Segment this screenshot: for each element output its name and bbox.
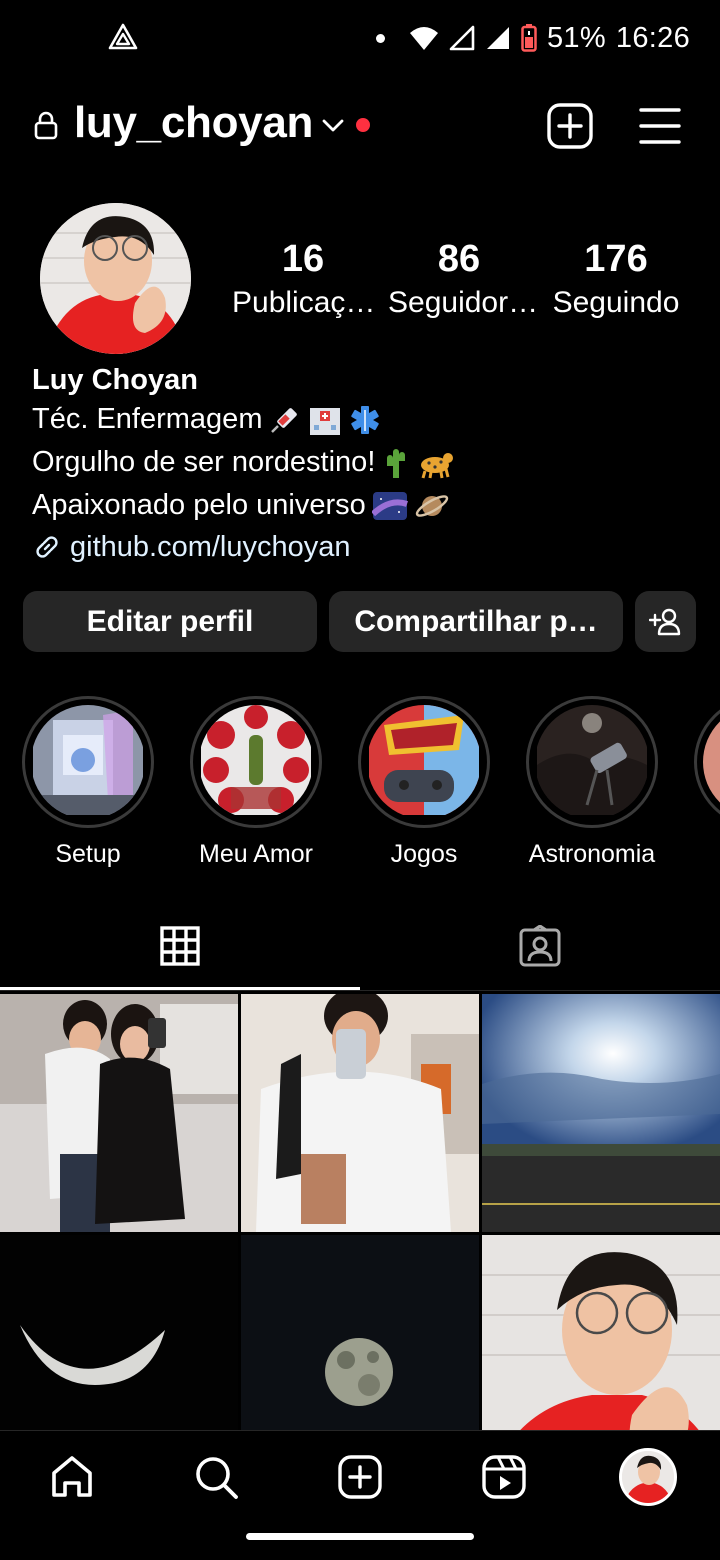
highlight-jogos[interactable]: Jogos [358,696,490,869]
highlight-partial[interactable] [694,696,720,828]
new-post-icon[interactable] [546,102,594,150]
edit-profile-button[interactable]: Editar perfil [23,591,317,652]
bio-line: Téc. Enfermagem [32,398,692,441]
wifi-icon [409,27,438,50]
nav-search[interactable] [186,1447,246,1507]
search-icon [196,1457,238,1499]
highlight-cover [703,705,720,819]
nav-home[interactable] [42,1447,102,1507]
username[interactable]: luy_choyan [74,98,313,148]
notification-dot [356,118,370,132]
highlight-cover [31,705,145,819]
bio-text: Apaixonado pelo universo [32,489,366,521]
syringe-icon [271,407,298,433]
highlight-ring [358,696,490,828]
bio-line: Orgulho de ser nordestino! [32,441,692,484]
following-stat[interactable]: 176 Seguindo [548,236,684,324]
profile-avatar[interactable] [40,203,191,354]
create-icon [338,1455,382,1499]
followers-label: Seguidor… [388,286,539,319]
add-person-icon [648,608,680,635]
highlight-cover [535,705,649,819]
lock-icon [34,111,58,140]
bio-text: Téc. Enfermagem [32,403,263,435]
post-thumbnail[interactable] [482,994,720,1232]
highlight-label: Astronomia [528,840,656,868]
bio-link[interactable]: github.com/luychoyan [32,527,692,567]
clock: 16:26 [615,21,690,54]
following-label: Seguindo [552,286,680,319]
nav-create[interactable] [330,1447,390,1507]
display-name: Luy Choyan [32,364,198,396]
profile-header: luy_choyan [0,90,720,160]
share-profile-button[interactable]: Compartilhar p… [329,591,623,652]
highlight-cover [367,705,481,819]
highlight-label: Meu Amor [199,840,313,868]
active-tab-indicator [0,987,360,990]
tab-posts-grid[interactable] [0,900,360,992]
app-notification-icon [108,23,138,50]
leopard-icon [421,452,454,478]
signal-icon [449,25,475,51]
highlight-astronomia[interactable]: Astronomia [526,696,658,869]
link-text[interactable]: github.com/luychoyan [70,527,351,567]
highlight-label: Setup [55,840,121,868]
highlight-ring [22,696,154,828]
system-home-indicator[interactable] [246,1533,474,1540]
tab-tagged[interactable] [360,900,720,992]
battery-percent: 51% [546,21,606,54]
following-count: 176 [584,238,648,280]
post-thumbnail[interactable] [0,994,238,1232]
discover-people-button[interactable] [635,591,696,652]
menu-icon[interactable] [638,106,682,146]
highlight-ring [190,696,322,828]
highlight-cover [199,705,313,819]
chevron-down-icon[interactable] [320,112,346,138]
posts-label: Publicaç… [232,286,376,319]
milky-way-icon [371,491,408,520]
bio: Luy Choyan Téc. Enfermagem Orgulho de se… [32,362,692,567]
post-thumbnail[interactable] [241,994,479,1232]
status-bar: 51% 16:26 [0,0,720,76]
medical-star-icon [351,405,380,434]
tagged-icon [519,925,561,967]
highlight-ring [526,696,658,828]
posts-count: 16 [281,238,325,280]
highlight-ring [694,696,720,828]
bio-text: Orgulho de ser nordestino! [32,446,376,478]
profile-avatar [619,1448,677,1506]
planet-icon [415,494,448,517]
followers-count: 86 [437,238,481,280]
cactus-icon [387,448,406,478]
bio-line: Apaixonado pelo universo [32,484,692,527]
nav-profile[interactable] [618,1447,678,1507]
signal-icon [486,27,509,49]
grid-icon [160,926,200,966]
followers-stat[interactable]: 86 Seguidor… [388,236,539,324]
dot-icon [375,33,385,43]
bottom-navigation [0,1430,720,1560]
highlight-setup[interactable]: Setup [22,696,154,869]
reels-icon [482,1455,526,1499]
nav-reels[interactable] [474,1447,534,1507]
highlight-meu-amor[interactable]: Meu Amor [190,696,322,869]
posts-stat[interactable]: 16 Publicaç… [232,236,376,324]
home-icon [52,1456,92,1497]
hospital-icon [310,407,341,435]
battery-icon [521,24,537,52]
tab-divider [0,990,720,991]
link-icon [36,536,58,558]
highlight-label: Jogos [390,840,458,868]
